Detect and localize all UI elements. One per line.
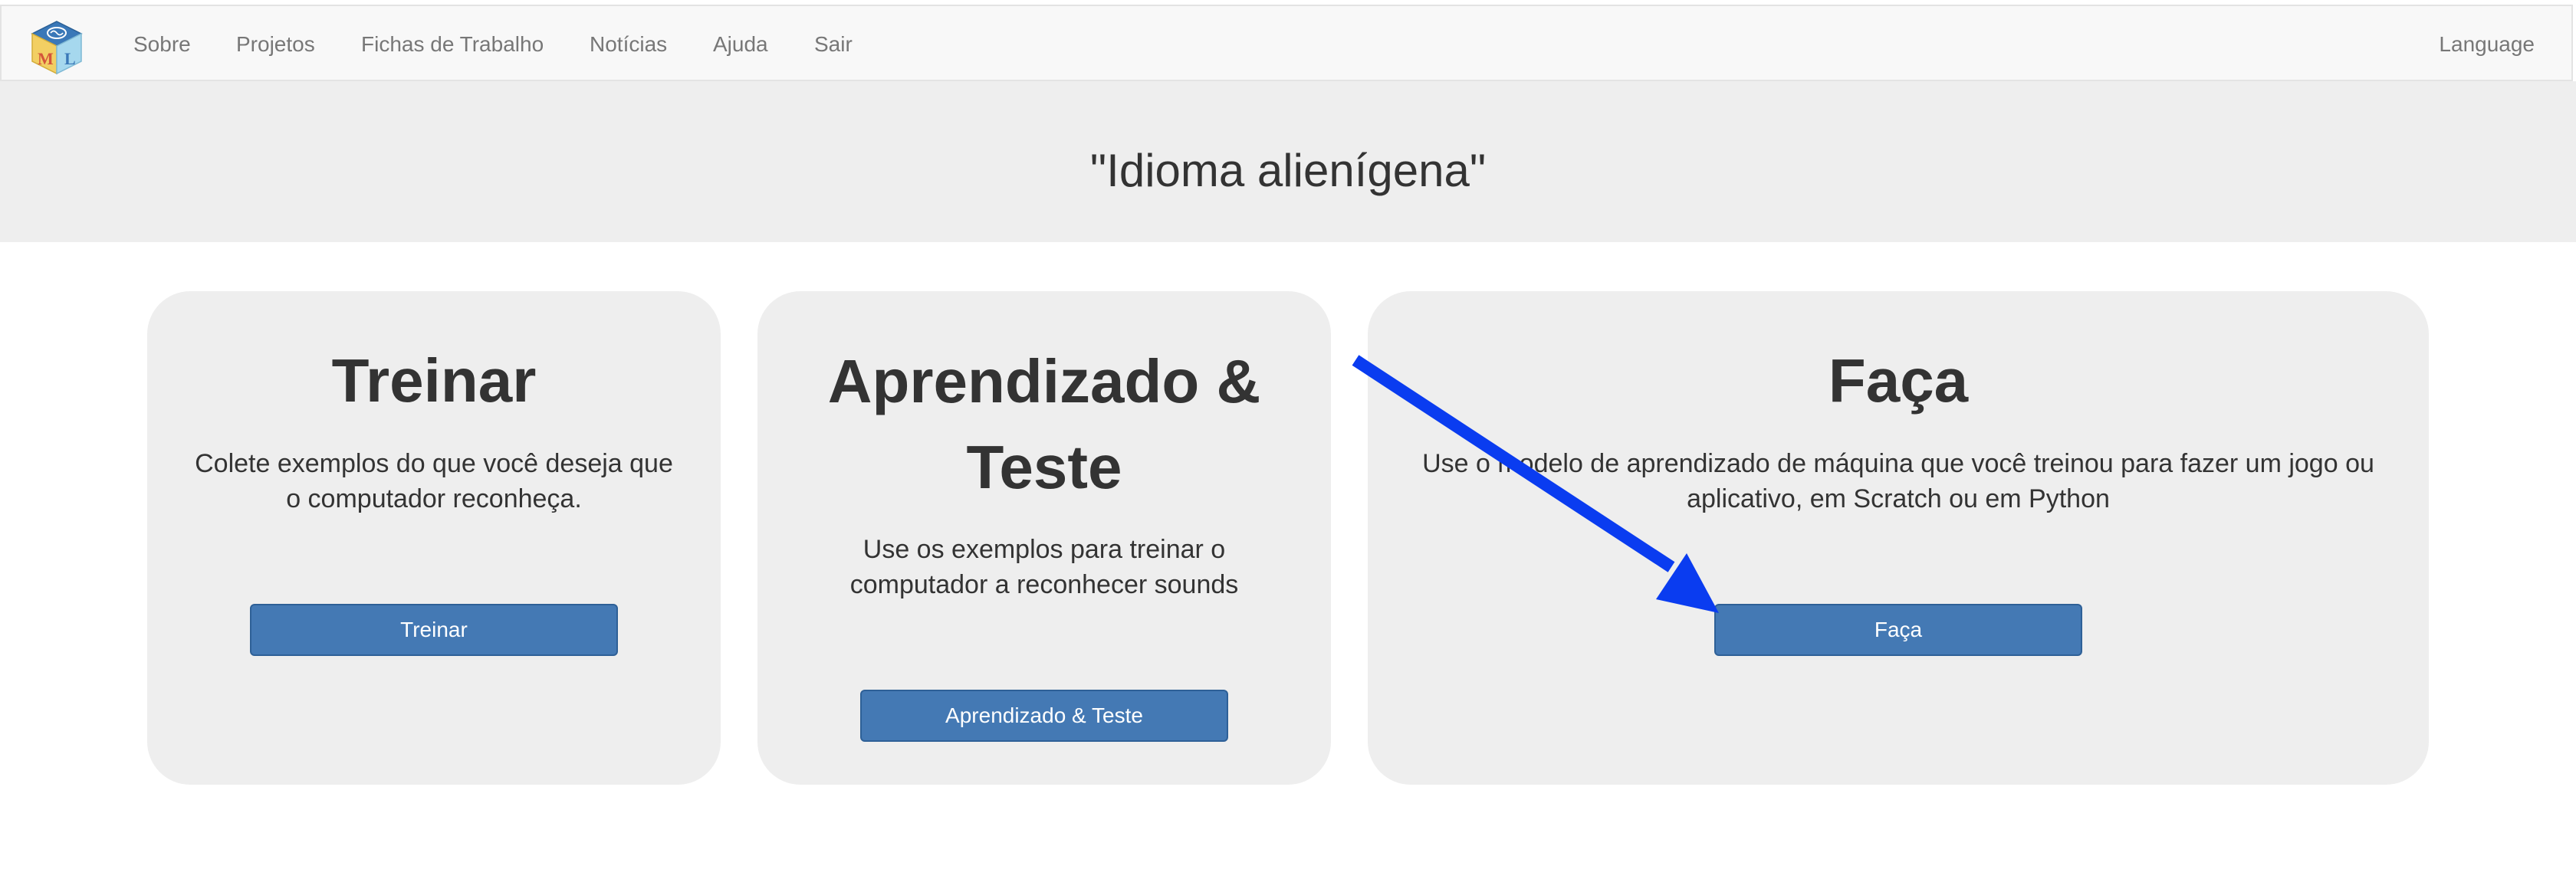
project-title: "Idioma alienígena"	[1089, 145, 1487, 196]
card-train-title: Treinar	[331, 346, 537, 415]
train-button[interactable]: Treinar	[250, 604, 618, 656]
card-train: Treinar Colete exemplos do que você dese…	[147, 291, 721, 785]
nav-link-sobre[interactable]: Sobre	[133, 6, 191, 83]
language-menu[interactable]: Language	[2439, 6, 2535, 83]
logo-letter-l: L	[64, 49, 76, 68]
ml-cube-logo-icon[interactable]: M L	[28, 18, 86, 77]
logo-letter-m: M	[38, 49, 54, 68]
nav-link-fichas-de-trabalho[interactable]: Fichas de Trabalho	[361, 6, 544, 83]
card-make-title: Faça	[1828, 346, 1969, 415]
make-button[interactable]: Faça	[1714, 604, 2082, 656]
top-navbar: M L Sobre Projetos Fichas de Trabalho No…	[0, 5, 2573, 81]
nav-link-noticias[interactable]: Notícias	[590, 6, 667, 83]
learn-and-test-button[interactable]: Aprendizado & Teste	[860, 690, 1228, 742]
card-make: Faça Use o modelo de aprendizado de máqu…	[1368, 291, 2429, 785]
card-learn-and-test: Aprendizado & Teste Use os exemplos para…	[757, 291, 1331, 785]
page: M L Sobre Projetos Fichas de Trabalho No…	[0, 0, 2576, 869]
card-learn-description: Use os exemplos para treinar o computado…	[849, 535, 1239, 599]
nav-link-ajuda[interactable]: Ajuda	[713, 6, 768, 83]
nav-link-projetos[interactable]: Projetos	[236, 6, 315, 83]
nav-link-sair[interactable]: Sair	[814, 6, 853, 83]
card-make-description: Use o modelo de aprendizado de máquina q…	[1422, 449, 2374, 513]
project-header: "Idioma alienígena"	[0, 81, 2576, 242]
card-train-description: Colete exemplos do que você deseja que o…	[195, 449, 673, 513]
card-learn-title: Aprendizado & Teste	[827, 347, 1261, 501]
